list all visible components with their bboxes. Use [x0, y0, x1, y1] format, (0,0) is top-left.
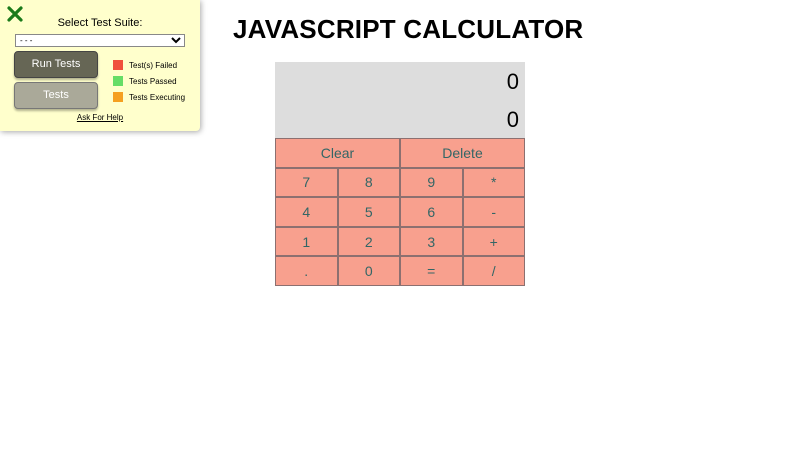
five-button[interactable]: 5 — [337, 197, 400, 227]
run-tests-button[interactable]: Run Tests — [14, 51, 98, 78]
multiply-button[interactable]: * — [462, 167, 525, 198]
executing-swatch — [113, 92, 123, 102]
delete-button[interactable]: Delete — [400, 138, 525, 168]
equals-button[interactable]: = — [400, 256, 463, 286]
seven-button[interactable]: 7 — [275, 167, 338, 198]
two-button[interactable]: 2 — [337, 226, 400, 257]
legend-item-passed: Tests Passed — [113, 73, 185, 89]
eight-button[interactable]: 8 — [337, 167, 400, 198]
passed-swatch — [113, 76, 123, 86]
one-button[interactable]: 1 — [275, 226, 338, 257]
legend-item-executing: Tests Executing — [113, 89, 185, 105]
subtract-button[interactable]: - — [462, 197, 525, 227]
failed-swatch — [113, 60, 123, 70]
calculator-display: 0 0 — [275, 62, 525, 138]
output-display: 0 — [506, 107, 519, 132]
calculator: 0 0 Clear Delete 7 8 9 * 4 5 6 - 1 2 3 +… — [275, 62, 525, 286]
four-button[interactable]: 4 — [275, 197, 338, 227]
test-suite-select[interactable]: - - - — [15, 34, 185, 47]
ask-for-help-link[interactable]: Ask For Help — [0, 113, 200, 122]
formula-display: 0 — [506, 69, 519, 94]
legend-label-executing: Tests Executing — [129, 92, 186, 102]
test-status-legend: Test(s) Failed Tests Passed Tests Execut… — [113, 57, 185, 105]
legend-label-passed: Tests Passed — [129, 76, 177, 86]
calculator-keypad: Clear Delete 7 8 9 * 4 5 6 - 1 2 3 + . 0… — [275, 138, 525, 286]
add-button[interactable]: + — [462, 226, 525, 257]
three-button[interactable]: 3 — [400, 226, 463, 257]
select-test-suite-label: Select Test Suite: — [57, 17, 143, 29]
six-button[interactable]: 6 — [400, 197, 463, 227]
zero-button[interactable]: 0 — [337, 256, 400, 286]
tests-button[interactable]: Tests — [14, 82, 98, 109]
clear-button[interactable]: Clear — [275, 138, 400, 168]
decimal-button[interactable]: . — [275, 256, 338, 286]
divide-button[interactable]: / — [462, 256, 525, 286]
test-suite-panel: Select Test Suite: - - - Run Tests Tests… — [0, 0, 200, 131]
nine-button[interactable]: 9 — [400, 167, 463, 198]
legend-item-failed: Test(s) Failed — [113, 57, 185, 73]
page-title: JAVASCRIPT CALCULATOR — [233, 14, 584, 44]
legend-label-failed: Test(s) Failed — [129, 60, 178, 70]
